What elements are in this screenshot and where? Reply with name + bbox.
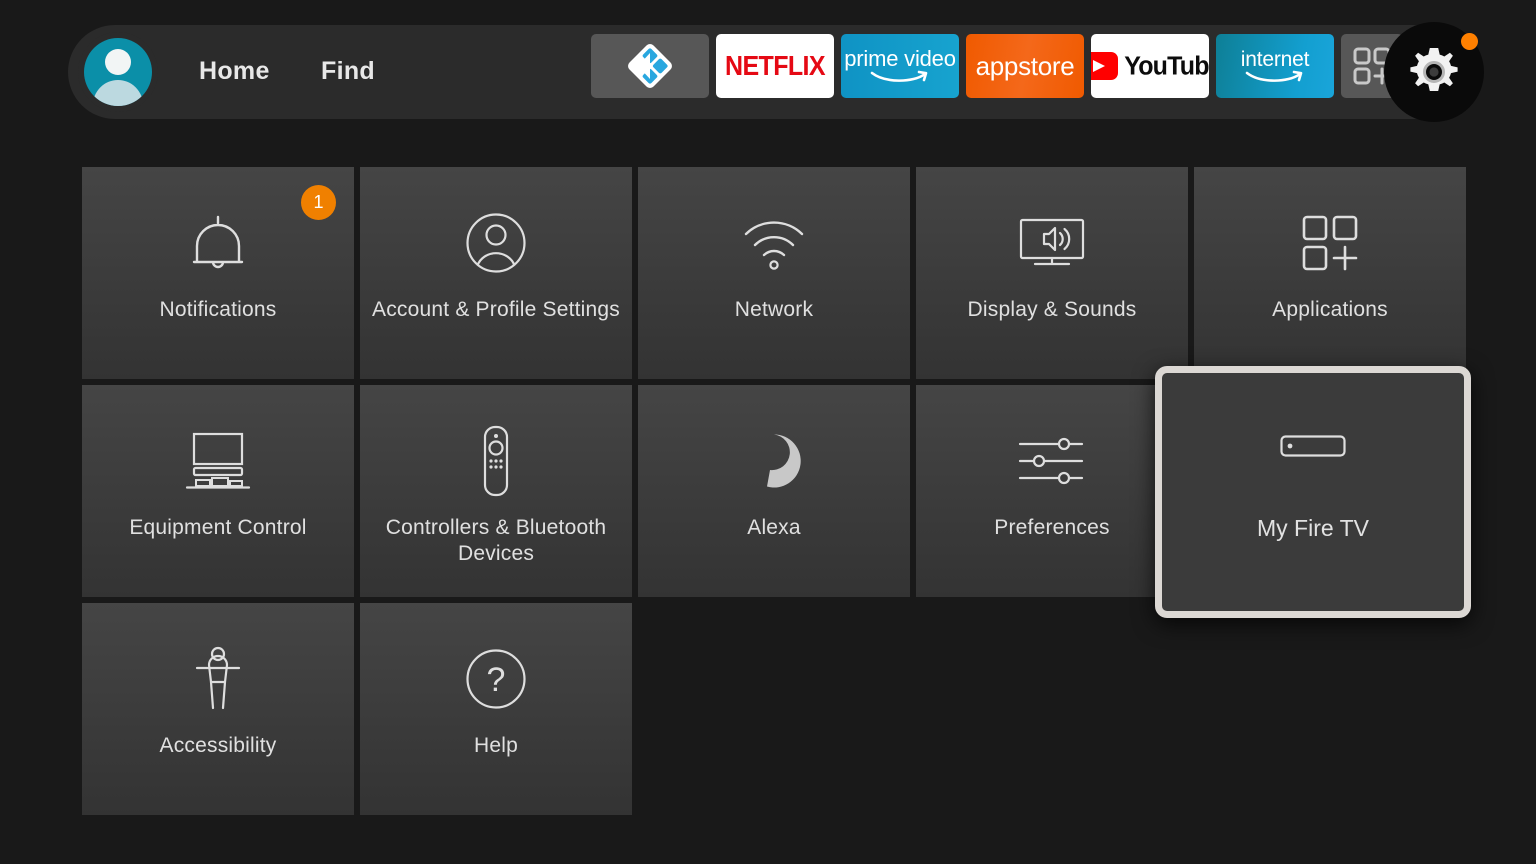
prime-video-app-icon[interactable]: prime video bbox=[841, 34, 959, 98]
tile-network[interactable]: Network bbox=[638, 167, 910, 379]
kodi-logo-icon bbox=[628, 44, 672, 88]
tile-label: Accessibility bbox=[159, 734, 277, 757]
accessibility-person-icon bbox=[82, 643, 354, 715]
tile-label: Controllers & Bluetooth Devices bbox=[385, 516, 607, 565]
tv-soundbar-icon bbox=[82, 425, 354, 497]
youtube-app-icon[interactable]: YouTube bbox=[1091, 34, 1209, 98]
question-circle-icon: ? bbox=[360, 643, 632, 715]
alexa-ring-icon bbox=[638, 425, 910, 497]
question-circle-icon-svg: ? bbox=[466, 649, 526, 709]
tile-label: Network bbox=[734, 298, 814, 321]
accessibility-person-icon-svg bbox=[195, 646, 241, 710]
apps-grid-icon-svg bbox=[1302, 215, 1358, 271]
bell-icon-svg bbox=[192, 215, 244, 269]
tile-label: Notifications bbox=[159, 298, 277, 321]
remote-control-icon-svg bbox=[483, 425, 509, 497]
tile-label: Account & Profile Settings bbox=[372, 298, 620, 321]
gear-icon bbox=[1410, 48, 1458, 91]
tile-label: Applications bbox=[1272, 298, 1388, 321]
fire-tv-stick-icon-svg bbox=[1280, 435, 1346, 457]
amazon-smile-icon bbox=[1245, 70, 1303, 82]
tile-applications[interactable]: Applications bbox=[1194, 167, 1466, 379]
top-navigation-bar: Home Find NETFLIX prime video appstore Y… bbox=[68, 22, 1484, 122]
fire-tv-stick-icon bbox=[1162, 435, 1464, 457]
tile-account-profile-settings[interactable]: Account & Profile Settings bbox=[360, 167, 632, 379]
person-circle-icon bbox=[360, 207, 632, 279]
tile-label: Preferences bbox=[994, 516, 1110, 539]
profile-avatar[interactable] bbox=[78, 32, 158, 112]
netflix-wordmark: NETFLIX bbox=[725, 49, 826, 82]
settings-notification-dot bbox=[1461, 33, 1478, 50]
bell-icon bbox=[82, 207, 354, 279]
wifi-icon bbox=[638, 207, 910, 279]
tile-label: Alexa bbox=[747, 516, 801, 539]
svg-text:?: ? bbox=[487, 661, 506, 699]
tile-label: My Fire TV bbox=[1256, 515, 1370, 541]
tv-speaker-icon-svg bbox=[1019, 218, 1085, 266]
youtube-play-icon bbox=[1091, 52, 1119, 80]
tile-preferences[interactable]: Preferences bbox=[916, 385, 1188, 597]
tile-label: Equipment Control bbox=[129, 516, 307, 539]
netflix-app-icon[interactable]: NETFLIX bbox=[716, 34, 834, 98]
amazon-smile-icon bbox=[870, 70, 928, 82]
settings-row-1: 1 Notifications Account & Profile Settin… bbox=[82, 167, 1466, 379]
wifi-icon-svg bbox=[744, 221, 804, 270]
apps-grid-icon bbox=[1194, 207, 1466, 279]
youtube-wordmark: YouTube bbox=[1124, 50, 1209, 81]
tile-alexa[interactable]: Alexa bbox=[638, 385, 910, 597]
tv-speaker-icon bbox=[916, 207, 1188, 279]
internet-app-icon[interactable]: internet bbox=[1216, 34, 1334, 98]
tile-equipment-control[interactable]: Equipment Control bbox=[82, 385, 354, 597]
settings-row-3: Accessibility ? Help bbox=[82, 603, 1452, 815]
tile-label: Display & Sounds bbox=[967, 298, 1137, 321]
alexa-ring-icon-svg bbox=[767, 434, 801, 488]
fire-tv-settings-screen: Home Find NETFLIX prime video appstore Y… bbox=[0, 0, 1536, 864]
internet-wordmark: internet bbox=[1241, 49, 1309, 84]
tile-label: Help bbox=[474, 734, 518, 757]
settings-gear-button[interactable] bbox=[1384, 22, 1484, 122]
app-shortcut-strip: NETFLIX prime video appstore YouTub inte… bbox=[591, 34, 1403, 98]
nav-home[interactable]: Home bbox=[199, 57, 270, 86]
prime-video-wordmark: prime video bbox=[844, 48, 956, 84]
tile-display-sounds[interactable]: Display & Sounds bbox=[916, 167, 1188, 379]
sliders-icon-svg bbox=[1018, 437, 1084, 485]
tile-accessibility[interactable]: Accessibility bbox=[82, 603, 354, 815]
avatar-head bbox=[105, 49, 131, 75]
person-circle-icon-svg bbox=[466, 213, 526, 273]
sliders-icon bbox=[916, 425, 1188, 497]
tv-soundbar-icon-svg bbox=[185, 432, 251, 489]
remote-control-icon bbox=[360, 425, 632, 497]
nav-find[interactable]: Find bbox=[321, 57, 375, 86]
kodi-app-icon[interactable] bbox=[591, 34, 709, 98]
youtube-logo: YouTube bbox=[1091, 50, 1209, 81]
tile-my-fire-tv-focused[interactable]: My Fire TV bbox=[1155, 366, 1471, 618]
tile-controllers-bluetooth-devices[interactable]: Controllers & Bluetooth Devices bbox=[360, 385, 632, 597]
appstore-wordmark: appstore bbox=[975, 50, 1075, 81]
avatar-body bbox=[93, 80, 143, 106]
avatar bbox=[84, 38, 152, 106]
appstore-app-icon[interactable]: appstore bbox=[966, 34, 1084, 98]
tile-help[interactable]: ? Help bbox=[360, 603, 632, 815]
tile-notifications[interactable]: 1 Notifications bbox=[82, 167, 354, 379]
